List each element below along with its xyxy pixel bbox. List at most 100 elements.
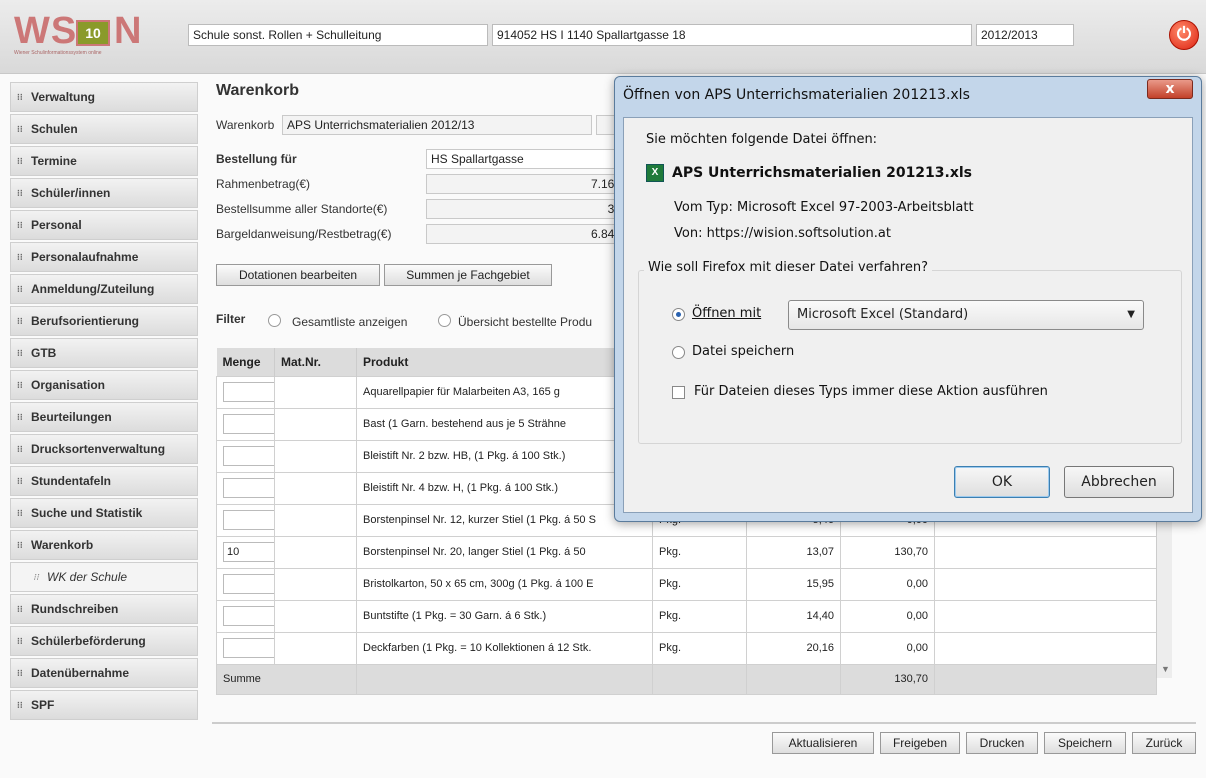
sum-row: Summe 130,70 [216, 663, 1157, 695]
quantity-input[interactable] [223, 574, 274, 594]
cancel-button[interactable]: Abbrechen [1064, 466, 1174, 498]
quantity-input[interactable] [223, 510, 274, 530]
dialog-intro: Sie möchten folgende Datei öffnen: [646, 132, 878, 147]
logo-subtitle: Wiener Schulinformationssystem online [14, 50, 102, 56]
sidebar-item-stundentafeln[interactable]: ⁝⁝ Stundentafeln [10, 466, 198, 496]
matnr-cell [274, 599, 357, 633]
sidebar-item-label: Warenkorb [31, 538, 94, 552]
product-cell: Bleistift Nr. 4 bzw. H, (1 Pkg. á 100 St… [356, 471, 653, 505]
filter-all-label: Gesamtliste anzeigen [292, 315, 408, 329]
sidebar-item-berufsorientierung[interactable]: ⁝⁝ Berufsorientierung [10, 306, 198, 336]
scroll-down-icon[interactable]: ▼ [1161, 664, 1170, 674]
quantity-input[interactable]: 10 [223, 542, 274, 562]
sidebar-item-schueler[interactable]: ⁝⁝ Schüler/innen [10, 178, 198, 208]
total-cell: 0,00 [840, 567, 935, 601]
sidebar-item-label: Stundentafeln [31, 474, 111, 488]
bullet-icon: ⁝⁝ [17, 444, 23, 454]
col-menge: Menge [216, 348, 275, 376]
bestellsumme-label: Bestellsumme aller Standorte(€) [216, 202, 388, 216]
bestellung-label: Bestellung für [216, 152, 297, 166]
divider [212, 722, 1196, 724]
ok-button[interactable]: OK [954, 466, 1050, 498]
sidebar-item-anmeldung[interactable]: ⁝⁝ Anmeldung/Zuteilung [10, 274, 198, 304]
quantity-input[interactable] [223, 606, 274, 626]
sidebar-item-gtb[interactable]: ⁝⁝ GTB [10, 338, 198, 368]
sidebar-item-rundschreiben[interactable]: ⁝⁝ Rundschreiben [10, 594, 198, 624]
sidebar-item-label: Personal [31, 218, 82, 232]
sidebar-item-termine[interactable]: ⁝⁝ Termine [10, 146, 198, 176]
sidebar-item-label: Datenübernahme [31, 666, 130, 680]
bullet-icon: ⁝⁝ [17, 700, 23, 710]
open-with-radio[interactable] [672, 308, 685, 321]
matnr-cell [274, 535, 357, 569]
price-cell: 15,95 [746, 567, 841, 601]
bargeld-label: Bargeldanweisung/Restbetrag(€) [216, 227, 392, 241]
sidebar-item-datenuebernahme[interactable]: ⁝⁝ Datenübernahme [10, 658, 198, 688]
sidebar-item-warenkorb[interactable]: ⁝⁝ Warenkorb [10, 530, 198, 560]
product-cell: Bleistift Nr. 2 bzw. HB, (1 Pkg. á 100 S… [356, 439, 653, 473]
bullet-icon: ⁝⁝ [17, 476, 23, 486]
school-field[interactable]: 914052 HS I 1140 Spallartgasse 18 [492, 24, 972, 46]
bullet-icon: ⁝⁝ [17, 540, 23, 550]
filter-ordered-radio[interactable] [438, 314, 451, 327]
dialog-title: Öffnen von APS Unterrichsmaterialien 201… [623, 87, 970, 103]
bestellung-field[interactable]: HS Spallartgasse [426, 149, 626, 169]
close-icon[interactable]: x [1147, 79, 1193, 99]
sidebar-item-suche[interactable]: ⁝⁝ Suche und Statistik [10, 498, 198, 528]
price-cell: 13,07 [746, 535, 841, 569]
excel-file-icon: X [646, 164, 664, 182]
quantity-input[interactable] [223, 382, 274, 402]
dotationen-button[interactable]: Dotationen bearbeiten [216, 264, 380, 286]
sidebar-item-drucksorten[interactable]: ⁝⁝ Drucksortenverwaltung [10, 434, 198, 464]
sidebar-item-schulen[interactable]: ⁝⁝ Schulen [10, 114, 198, 144]
matnr-cell [274, 439, 357, 473]
logo-text: WS [14, 10, 78, 52]
always-checkbox[interactable] [672, 386, 685, 399]
quantity-input[interactable] [223, 478, 274, 498]
freigeben-button[interactable]: Freigeben [880, 732, 960, 754]
save-file-radio[interactable] [672, 346, 685, 359]
role-field[interactable]: Schule sonst. Rollen + Schulleitung [188, 24, 488, 46]
warenkorb-label: Warenkorb [216, 118, 275, 132]
quantity-input[interactable] [223, 414, 274, 434]
sidebar-item-label: WK der Schule [47, 570, 128, 584]
drucken-button[interactable]: Drucken [966, 732, 1038, 754]
wision-logo: WS 10 N Wiener Schulinformationssystem o… [14, 10, 174, 58]
bullet-icon: ⁝⁝ [33, 572, 39, 582]
bullet-icon: ⁝⁝ [17, 412, 23, 422]
product-cell: Bast (1 Garn. bestehend aus je 5 Strähne [356, 407, 653, 441]
sidebar-item-label: Schulen [31, 122, 78, 136]
filter-all-radio[interactable] [268, 314, 281, 327]
unit-cell: Pkg. [652, 567, 747, 601]
bullet-icon: ⁝⁝ [17, 252, 23, 262]
table-row: Bristolkarton, 50 x 65 cm, 300g (1 Pkg. … [216, 567, 1157, 601]
year-field[interactable]: 2012/2013 [976, 24, 1074, 46]
sidebar-item-verwaltung[interactable]: ⁝⁝ Verwaltung [10, 82, 198, 112]
sidebar-item-label: Schüler/innen [31, 186, 111, 200]
unit-cell: Pkg. [652, 631, 747, 665]
save-file-label: Datei speichern [692, 344, 795, 359]
sidebar-item-personalaufnahme[interactable]: ⁝⁝ Personalaufnahme [10, 242, 198, 272]
speichern-button[interactable]: Speichern [1044, 732, 1126, 754]
zurueck-button[interactable]: Zurück [1132, 732, 1196, 754]
sidebar-item-spf[interactable]: ⁝⁝ SPF [10, 690, 198, 720]
sidebar-item-organisation[interactable]: ⁝⁝ Organisation [10, 370, 198, 400]
sidebar-item-schuelerbefoerderung[interactable]: ⁝⁝ Schülerbeförderung [10, 626, 198, 656]
sidebar-item-personal[interactable]: ⁝⁝ Personal [10, 210, 198, 240]
open-with-select[interactable]: Microsoft Excel (Standard) ▼ [788, 300, 1144, 330]
quantity-input[interactable] [223, 446, 274, 466]
warenkorb-select[interactable]: APS Unterrichsmaterialien 2012/13 [282, 115, 592, 135]
summen-button[interactable]: Summen je Fachgebiet [384, 264, 552, 286]
sidebar-item-label: GTB [31, 346, 57, 360]
sidebar: ⁝⁝ Verwaltung ⁝⁝ Schulen ⁝⁝ Termine ⁝⁝ Schül… [10, 82, 198, 722]
logo-box: 10 [76, 20, 110, 46]
sidebar-item-label: Organisation [31, 378, 106, 392]
bullet-icon: ⁝⁝ [17, 220, 23, 230]
sidebar-item-label: Personalaufnahme [31, 250, 139, 264]
aktualisieren-button[interactable]: Aktualisieren [772, 732, 874, 754]
sidebar-item-wk-der-schule[interactable]: ⁝⁝ WK der Schule [10, 562, 198, 592]
rahmen-value: 7.160 [426, 174, 626, 194]
power-icon[interactable]: ⏻ [1169, 20, 1199, 50]
sidebar-item-beurteilungen[interactable]: ⁝⁝ Beurteilungen [10, 402, 198, 432]
quantity-input[interactable] [223, 638, 274, 658]
